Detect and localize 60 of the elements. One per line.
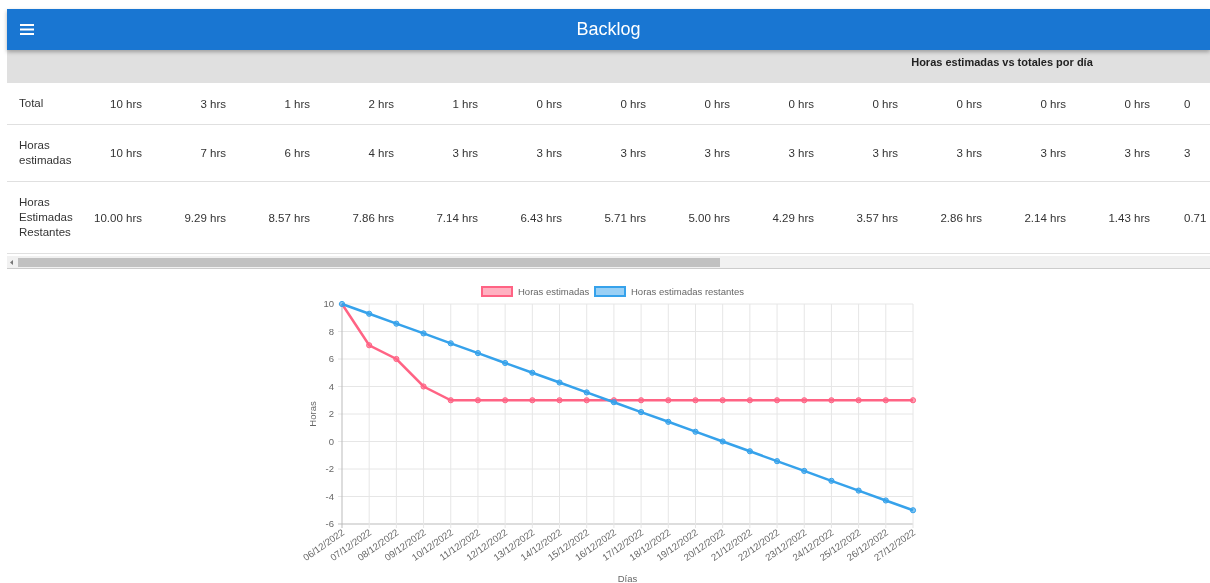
table-cell: 3 hrs — [872, 147, 898, 159]
table-cell: 2 hrs — [368, 97, 394, 110]
table-cell: 1.43 hrs — [1108, 211, 1150, 224]
table-cell: 8.57 hrs — [268, 211, 310, 224]
table-cell: 5.00 hrs — [688, 211, 730, 224]
table-cell: 7 hrs — [200, 147, 226, 159]
table-cell: 3 hrs — [620, 147, 646, 159]
y-tick-label: 4 — [328, 380, 334, 392]
table-cell: 3.57 hrs — [856, 211, 898, 224]
table-cell: 4.29 hrs — [772, 211, 814, 224]
table-title: Horas estimadas vs totales por día — [911, 56, 1093, 68]
table-cell: 0 hrs — [536, 97, 562, 110]
table-cell: 3 hrs — [956, 147, 982, 159]
table-cell: 7.86 hrs — [352, 211, 394, 224]
table-cell: 9.29 hrs — [184, 211, 226, 224]
row-label: Total — [19, 96, 44, 111]
table-cell: 10.00 hrs — [94, 211, 142, 224]
y-tick-label: -4 — [325, 490, 334, 502]
y-tick-label: 8 — [328, 325, 334, 337]
table-cell: 0.71 — [1184, 211, 1207, 224]
table-cell: 0 hrs — [704, 97, 730, 110]
table-cell: 1 hrs — [284, 97, 310, 110]
y-tick-label: 2 — [328, 408, 334, 419]
table-cell: 0 hrs — [788, 97, 814, 110]
y-tick-label: 6 — [328, 353, 334, 364]
table-cell: 0 hrs — [1124, 97, 1150, 110]
table-cell: 6.43 hrs — [520, 211, 562, 224]
table-cell: 7.14 hrs — [436, 211, 478, 224]
table-cell: 0 — [1184, 97, 1191, 110]
table-cell: 0 hrs — [956, 97, 982, 110]
table-cell: 3 hrs — [1040, 147, 1066, 159]
page-title: Backlog — [576, 19, 641, 40]
y-tick-label: -2 — [325, 463, 334, 474]
table-cell: 10 hrs — [110, 97, 142, 110]
axis-title: Días — [617, 573, 637, 583]
table-cell: 1 hrs — [452, 97, 478, 110]
table-cell: 5.71 hrs — [604, 211, 646, 224]
row-label: Horas estimadas — [19, 138, 73, 168]
y-tick-label: -6 — [325, 518, 334, 529]
table-cell: 3 hrs — [1124, 147, 1150, 159]
axis-title: Horas — [306, 401, 318, 427]
table-cell: 3 hrs — [704, 147, 730, 159]
table-cell: 2.86 hrs — [940, 211, 982, 224]
table-cell: 3 — [1184, 147, 1191, 159]
legend-label: Horas estimadas restantes — [630, 286, 744, 297]
table-cell: 3 hrs — [200, 97, 226, 110]
row-label: Horas Estimadas Restantes — [19, 195, 74, 240]
table-cell: 2.14 hrs — [1024, 211, 1066, 224]
y-tick-label: 10 — [322, 298, 334, 309]
table-cell: 10 hrs — [110, 147, 142, 159]
table-cell: 0 hrs — [620, 97, 646, 110]
table-cell: 3 hrs — [536, 147, 562, 159]
table-cell: 6 hrs — [284, 147, 310, 159]
table-cell: 3 hrs — [788, 147, 814, 159]
table-cell: 4 hrs — [368, 147, 394, 159]
y-tick-label: 0 — [328, 435, 334, 447]
table-cell: 0 hrs — [872, 97, 898, 110]
legend-label: Horas estimadas — [517, 286, 589, 297]
table-cell: 0 hrs — [1040, 97, 1066, 110]
table-cell: 3 hrs — [452, 147, 478, 159]
